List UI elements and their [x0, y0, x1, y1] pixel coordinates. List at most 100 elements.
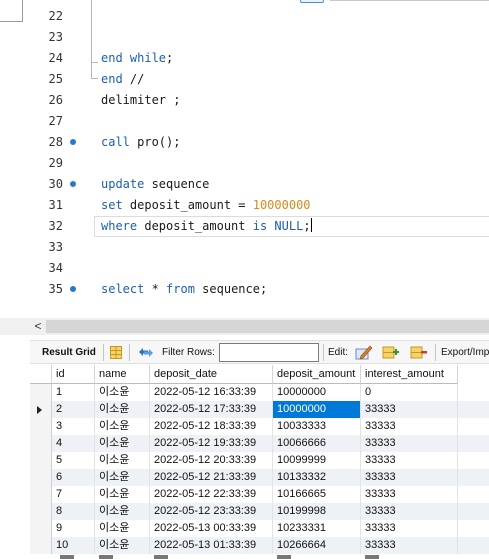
cell-interest-amount[interactable]: 33333	[361, 452, 458, 469]
cell-id[interactable]: 9	[52, 520, 95, 537]
cell-name[interactable]: 이소윤	[95, 503, 150, 520]
code-text[interactable]: where deposit_amount is NULL;	[101, 216, 312, 237]
edit-icon[interactable]	[355, 344, 373, 361]
table-row[interactable]: 4 이소윤 2022-05-12 19:33:39 10066666 33333	[30, 435, 489, 452]
code-line[interactable]: 23	[0, 27, 489, 48]
cell-deposit-date[interactable]: 2022-05-12 22:33:39	[150, 486, 273, 503]
column-header-interest-amount[interactable]: interest_amount	[361, 365, 458, 384]
cell-interest-amount[interactable]: 33333	[361, 503, 458, 520]
cell-deposit-amount[interactable]: 10000000	[273, 401, 361, 418]
column-header-id[interactable]: id	[52, 365, 95, 384]
row-indicator[interactable]	[30, 435, 52, 452]
cell-name[interactable]: 이소윤	[95, 384, 150, 401]
row-indicator[interactable]	[30, 537, 52, 554]
cell-deposit-amount[interactable]: 10266664	[273, 537, 361, 554]
cell-id[interactable]: 8	[52, 503, 95, 520]
cell-id[interactable]: 1	[52, 384, 95, 401]
cell-interest-amount[interactable]: 0	[361, 384, 458, 401]
code-line[interactable]: 22	[0, 6, 489, 27]
result-grid[interactable]: id name deposit_date deposit_amount inte…	[30, 365, 489, 559]
breakpoint-dot-icon[interactable]	[70, 286, 76, 292]
cell-id[interactable]: 10	[52, 537, 95, 554]
cell-name[interactable]: 이소윤	[95, 452, 150, 469]
breakpoint-dot-icon[interactable]	[70, 181, 76, 187]
code-text[interactable]: update sequence	[101, 174, 209, 195]
table-row[interactable]: 9 이소윤 2022-05-13 00:33:39 10233331 33333	[30, 520, 489, 537]
result-grid-tab[interactable]: Result Grid	[42, 341, 96, 364]
filter-rows-input[interactable]	[219, 343, 319, 362]
code-line[interactable]: 31 set deposit_amount = 10000000	[0, 195, 489, 216]
cell-id[interactable]: 5	[52, 452, 95, 469]
cell-name[interactable]: 이소윤	[95, 435, 150, 452]
row-indicator[interactable]	[30, 503, 52, 520]
row-indicator[interactable]	[30, 418, 52, 435]
table-row[interactable]: 5 이소윤 2022-05-12 20:33:39 10099999 33333	[30, 452, 489, 469]
cell-id[interactable]: 6	[52, 469, 95, 486]
table-row[interactable]: 1 이소윤 2022-05-12 16:33:39 10000000 0	[30, 384, 489, 401]
code-line[interactable]: 32 where deposit_amount is NULL;	[0, 216, 489, 237]
breakpoint-dot-icon[interactable]	[70, 139, 76, 145]
cell-name[interactable]: 이소윤	[95, 401, 150, 418]
editor-tab-marker[interactable]	[300, 0, 324, 3]
code-line[interactable]: 33	[0, 237, 489, 258]
cell-deposit-amount[interactable]: 10199998	[273, 503, 361, 520]
code-line[interactable]: 30 update sequence	[0, 174, 489, 195]
cell-deposit-amount[interactable]: 10166665	[273, 486, 361, 503]
editor-horizontal-scrollbar[interactable]: <	[0, 318, 489, 335]
scroll-track[interactable]	[46, 320, 489, 333]
add-row-icon[interactable]	[382, 345, 400, 360]
cell-interest-amount[interactable]: 33333	[361, 520, 458, 537]
cell-interest-amount[interactable]: 33333	[361, 435, 458, 452]
cell-name[interactable]: 이소윤	[95, 418, 150, 435]
grid-icon[interactable]	[110, 346, 122, 359]
cell-deposit-date[interactable]: 2022-05-13 00:33:39	[150, 520, 273, 537]
row-indicator[interactable]	[30, 452, 52, 469]
table-row[interactable]: 2 이소윤 2022-05-12 17:33:39 10000000 33333	[30, 401, 489, 418]
code-text[interactable]: end //	[101, 69, 144, 90]
cell-id[interactable]: 3	[52, 418, 95, 435]
cell-name[interactable]: 이소윤	[95, 469, 150, 486]
cell-deposit-date[interactable]: 2022-05-13 01:33:39	[150, 537, 273, 554]
cell-interest-amount[interactable]: 33333	[361, 469, 458, 486]
code-text[interactable]: set deposit_amount = 10000000	[101, 195, 311, 216]
cell-deposit-date[interactable]: 2022-05-12 18:33:39	[150, 418, 273, 435]
cell-id[interactable]: 4	[52, 435, 95, 452]
scroll-left-arrow[interactable]: <	[30, 319, 46, 334]
cell-deposit-amount[interactable]: 10099999	[273, 452, 361, 469]
row-indicator[interactable]	[30, 520, 52, 537]
table-row[interactable]: 7 이소윤 2022-05-12 22:33:39 10166665 33333	[30, 486, 489, 503]
cell-deposit-date[interactable]: 2022-05-12 19:33:39	[150, 435, 273, 452]
cell-deposit-date[interactable]: 2022-05-12 20:33:39	[150, 452, 273, 469]
column-header-deposit-date[interactable]: deposit_date	[150, 365, 273, 384]
cell-interest-amount[interactable]: 33333	[361, 401, 458, 418]
cell-deposit-amount[interactable]: 10000000	[273, 384, 361, 401]
code-line[interactable]: 28 call pro();	[0, 132, 489, 153]
delete-row-icon[interactable]	[410, 345, 428, 360]
cell-id[interactable]: 7	[52, 486, 95, 503]
code-text[interactable]: select * from sequence;	[101, 279, 267, 300]
filter-icon[interactable]	[137, 345, 155, 360]
cell-deposit-amount[interactable]: 10066666	[273, 435, 361, 452]
cell-interest-amount[interactable]: 33333	[361, 486, 458, 503]
code-text[interactable]: delimiter ;	[101, 90, 180, 111]
sql-editor[interactable]: 22 23 24 end while; 25 end // 26 delimiter ; 27 2…	[0, 0, 489, 318]
column-header-name[interactable]: name	[95, 365, 150, 384]
code-text[interactable]: end while;	[101, 48, 173, 69]
export-import-button[interactable]: Export/Imp	[441, 341, 489, 364]
cell-deposit-amount[interactable]: 10033333	[273, 418, 361, 435]
column-header-deposit-amount[interactable]: deposit_amount	[273, 365, 361, 384]
table-row[interactable]: 8 이소윤 2022-05-12 23:33:39 10199998 33333	[30, 503, 489, 520]
row-indicator[interactable]	[30, 401, 52, 418]
cell-deposit-date[interactable]: 2022-05-12 17:33:39	[150, 401, 273, 418]
cell-name[interactable]: 이소윤	[95, 520, 150, 537]
code-line[interactable]: 34	[0, 258, 489, 279]
code-line[interactable]: 29	[0, 153, 489, 174]
row-indicator[interactable]	[30, 384, 52, 401]
cell-interest-amount[interactable]: 33333	[361, 418, 458, 435]
cell-deposit-amount[interactable]: 10233331	[273, 520, 361, 537]
cell-deposit-date[interactable]: 2022-05-12 21:33:39	[150, 469, 273, 486]
code-line[interactable]: 26 delimiter ;	[0, 90, 489, 111]
code-text[interactable]: call pro();	[101, 132, 180, 153]
table-row[interactable]: 3 이소윤 2022-05-12 18:33:39 10033333 33333	[30, 418, 489, 435]
table-row[interactable]: 10 이소윤 2022-05-13 01:33:39 10266664 33333	[30, 537, 489, 554]
